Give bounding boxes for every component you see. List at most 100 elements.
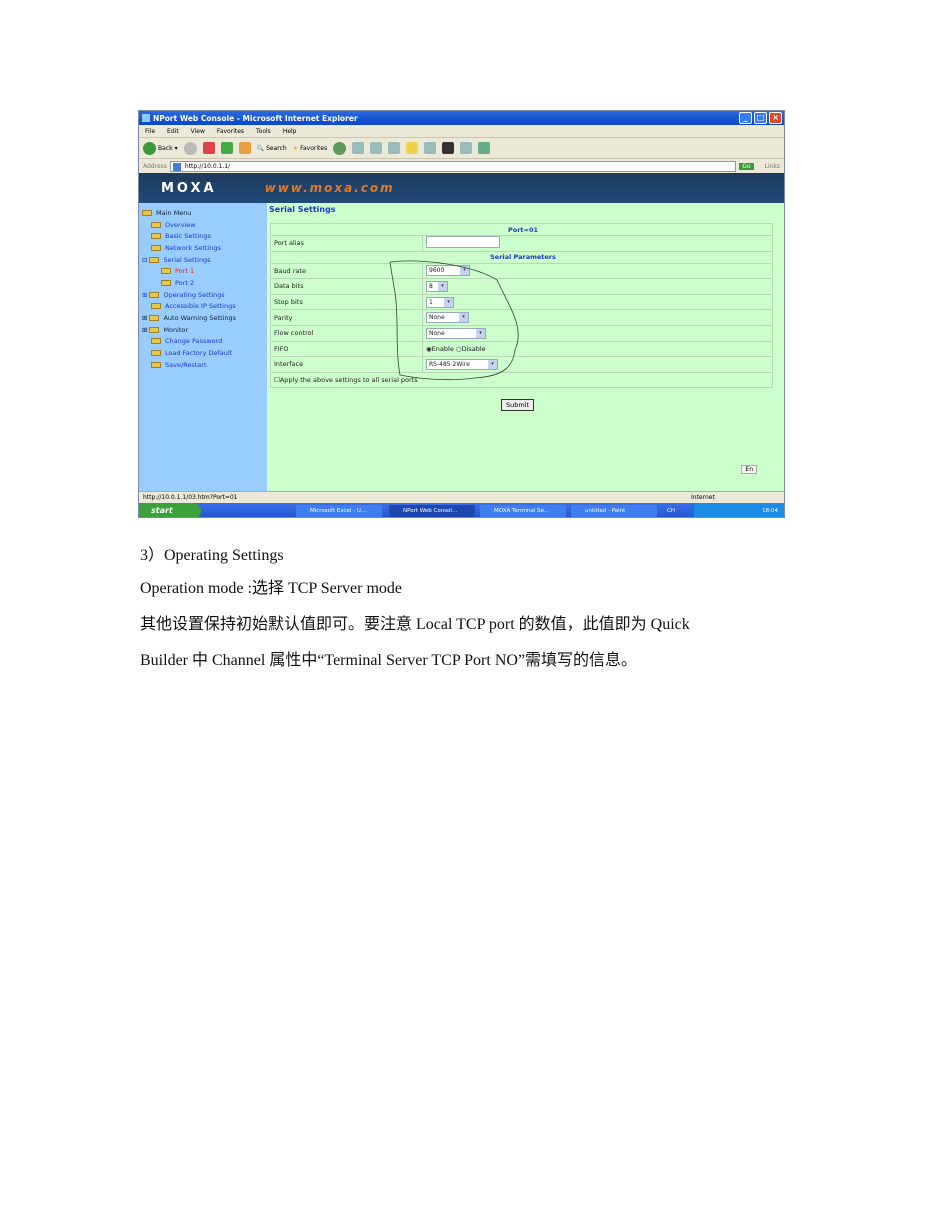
sidebar-label: Monitor xyxy=(163,325,189,334)
menu-bar: File Edit View Favorites Tools Help xyxy=(139,125,784,138)
favorites-button[interactable]: ★ Favorites xyxy=(293,145,328,152)
sidebar-label: Main Menu xyxy=(156,208,192,217)
sidebar-item-load-factory-default[interactable]: Load Factory Default xyxy=(139,347,267,359)
taskbar: start Microsoft Excel - U... NPort Web C… xyxy=(139,503,784,517)
status-bar: http://10.0.1.1/03.htm?Port=01 Internet xyxy=(139,491,784,503)
sidebar-item-change-password[interactable]: Change Password xyxy=(139,336,267,348)
port-alias-input[interactable] xyxy=(426,236,500,249)
language-indicator[interactable]: CH xyxy=(667,508,675,514)
folder-icon xyxy=(151,303,161,310)
sidebar-label: Accessible IP Settings xyxy=(165,302,236,311)
sidebar-label: Save/Restart xyxy=(165,360,207,369)
sidebar-label: Load Factory Default xyxy=(165,349,233,358)
menu-file[interactable]: File xyxy=(145,128,155,135)
sidebar-item-basic-settings[interactable]: Basic Settings xyxy=(139,230,267,242)
moxa-banner: MOXA www.moxa.com xyxy=(139,173,784,203)
back-button[interactable]: Back ▾ xyxy=(143,141,178,155)
favorites-label: Favorites xyxy=(300,144,328,152)
research-icon[interactable] xyxy=(424,142,437,154)
folder-icon xyxy=(149,291,160,298)
doc-line-3: Builder 中 Channel 属性中“Terminal Server TC… xyxy=(140,652,638,669)
go-button[interactable]: Go xyxy=(739,162,754,170)
qq-icon[interactable] xyxy=(442,142,455,154)
folder-icon xyxy=(151,233,161,240)
edit-icon[interactable] xyxy=(388,142,401,154)
task-moxa[interactable]: MOXA Terminal Se... xyxy=(480,505,566,517)
search-button[interactable]: 🔍 Search xyxy=(257,145,287,152)
status-url: http://10.0.1.1/03.htm?Port=01 xyxy=(143,494,238,501)
mail-icon[interactable] xyxy=(352,142,365,154)
sidebar-item-auto-warning[interactable]: ⊞ Auto Warning Settings xyxy=(139,312,267,324)
sidebar-item-serial-settings[interactable]: ⊟ Serial Settings xyxy=(139,254,267,266)
forward-button[interactable] xyxy=(183,141,197,155)
sidebar-label: Network Settings xyxy=(165,243,221,252)
sidebar-label: Operating Settings xyxy=(163,290,225,299)
search-label: Search xyxy=(266,144,287,152)
menu-favorites[interactable]: Favorites xyxy=(217,128,244,135)
start-button[interactable]: start xyxy=(139,503,201,517)
history-icon[interactable] xyxy=(333,141,347,155)
submit-button[interactable]: Submit xyxy=(501,399,535,411)
star-icon: ★ xyxy=(292,144,299,152)
page-title: Serial Settings xyxy=(269,205,336,214)
sidebar-label: Port 2 xyxy=(175,278,195,287)
sidebar-item-network-settings[interactable]: Network Settings xyxy=(139,242,267,254)
folder-open-icon xyxy=(149,256,160,263)
calc-icon[interactable] xyxy=(460,142,473,154)
moxa-logo: MOXA xyxy=(161,180,217,196)
browser-screenshot: NPort Web Console - Microsoft Internet E… xyxy=(138,110,785,518)
task-nport[interactable]: NPort Web Consol... xyxy=(389,505,475,517)
menu-view[interactable]: View xyxy=(191,128,205,135)
folder-icon[interactable] xyxy=(406,142,419,154)
refresh-icon[interactable] xyxy=(220,142,233,154)
folder-icon xyxy=(151,361,161,368)
search-icon: 🔍 xyxy=(256,144,265,152)
sidebar-label: Change Password xyxy=(165,337,223,346)
sidebar-item-overview[interactable]: Overview xyxy=(139,219,267,231)
doc-line-1: Operation mode :选择 TCP Server mode xyxy=(140,580,403,597)
hand-drawn-outline xyxy=(389,260,519,381)
task-paint[interactable]: untitled - Paint xyxy=(571,505,657,517)
messenger-icon[interactable] xyxy=(478,142,491,154)
close-button[interactable]: × xyxy=(769,112,782,124)
sidebar-item-operating-settings[interactable]: ⊞ Operating Settings xyxy=(139,289,267,301)
clock: 18:04 xyxy=(762,508,778,514)
doc-heading: 3）Operating Settings xyxy=(140,547,284,564)
links-button[interactable]: Links xyxy=(765,163,780,170)
sidebar-item-accessible-ip[interactable]: Accessible IP Settings xyxy=(139,301,267,313)
print-icon[interactable] xyxy=(370,142,383,154)
ime-bar[interactable]: En xyxy=(741,465,757,474)
sidebar-label: Port 1 xyxy=(175,267,195,276)
stop-icon[interactable] xyxy=(202,142,215,154)
folder-icon xyxy=(151,244,161,251)
folder-icon xyxy=(161,279,171,286)
sidebar-item-port-1[interactable]: Port 1 xyxy=(139,265,267,277)
doc-line-2: 其他设置保持初始默认值即可。要注意 Local TCP port 的数值，此值即… xyxy=(140,616,690,633)
home-icon[interactable] xyxy=(238,142,251,154)
maximize-button[interactable]: □ xyxy=(754,112,767,124)
menu-help[interactable]: Help xyxy=(283,128,297,135)
port-header: Port=01 xyxy=(270,223,773,236)
sidebar-label: Basic Settings xyxy=(165,232,211,241)
menu-tools[interactable]: Tools xyxy=(256,128,271,135)
sidebar: Main Menu Overview Basic Settings Networ… xyxy=(139,203,267,491)
sidebar-item-port-2[interactable]: Port 2 xyxy=(139,277,267,289)
sidebar-item-monitor[interactable]: ⊞ Monitor xyxy=(139,324,267,336)
moxa-url: www.moxa.com xyxy=(264,181,395,195)
minimize-button[interactable]: _ xyxy=(739,112,752,124)
folder-icon xyxy=(149,315,160,322)
address-label: Address xyxy=(143,162,167,170)
folder-icon xyxy=(142,209,152,216)
back-icon xyxy=(143,141,156,155)
address-input[interactable]: http://10.0.1.1/ xyxy=(169,160,737,172)
sidebar-label: Auto Warning Settings xyxy=(163,314,237,323)
port-alias-label: Port alias xyxy=(270,235,423,252)
sidebar-item-save-restart[interactable]: Save/Restart xyxy=(139,359,267,371)
task-excel[interactable]: Microsoft Excel - U... xyxy=(296,505,382,517)
content-area: Serial Settings Port=01 Port alias Seria… xyxy=(267,203,784,491)
ie-icon xyxy=(142,114,150,122)
folder-icon xyxy=(151,338,161,345)
sidebar-label: Overview xyxy=(165,220,196,229)
menu-edit[interactable]: Edit xyxy=(167,128,179,135)
sidebar-main-menu[interactable]: Main Menu xyxy=(139,207,267,219)
